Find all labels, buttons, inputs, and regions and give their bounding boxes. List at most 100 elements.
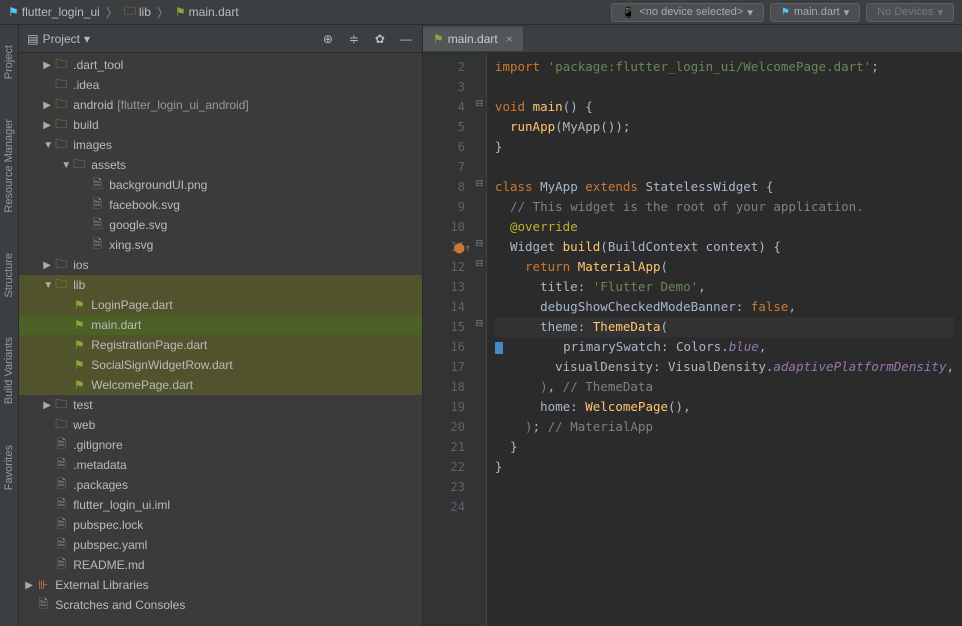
code-line[interactable]: return MaterialApp(	[495, 257, 954, 277]
fold-marker[interactable]	[473, 53, 486, 73]
tree-row[interactable]: 🗎README.md	[19, 555, 422, 575]
code-line[interactable]: @override	[495, 217, 954, 237]
tab-main-dart[interactable]: ⚑ main.dart ×	[423, 27, 523, 51]
fold-marker[interactable]: ⊟	[473, 253, 486, 273]
tree-row[interactable]: ▶🗀build	[19, 115, 422, 135]
code-line[interactable]: }	[495, 457, 954, 477]
expand-arrow[interactable]: ▶	[43, 400, 53, 411]
tree-row[interactable]: ⚑LoginPage.dart	[19, 295, 422, 315]
breadcrumb-folder[interactable]: 🗀 lib	[124, 2, 151, 23]
fold-marker[interactable]	[473, 113, 486, 133]
code-line[interactable]	[495, 497, 954, 517]
code-line[interactable]: title: 'Flutter Demo',	[495, 277, 954, 297]
fold-marker[interactable]	[473, 473, 486, 493]
gear-icon[interactable]: ✿	[372, 31, 388, 47]
fold-marker[interactable]	[473, 293, 486, 313]
fold-marker[interactable]	[473, 333, 486, 353]
tree-row[interactable]: ⚑RegistrationPage.dart	[19, 335, 422, 355]
minimize-icon[interactable]: —	[398, 31, 414, 47]
code-line[interactable]: void main() {	[495, 97, 954, 117]
tool-project[interactable]: Project	[3, 45, 15, 79]
tree-row[interactable]: ▶🗀android[flutter_login_ui_android]	[19, 95, 422, 115]
tool-resource-manager[interactable]: Resource Manager	[3, 119, 15, 213]
tree-row[interactable]: ▼🗀images	[19, 135, 422, 155]
locate-icon[interactable]: ⊕	[320, 31, 336, 47]
breadcrumb-project[interactable]: ⚑ flutter_login_ui	[8, 5, 100, 19]
expand-icon[interactable]: ≑	[346, 31, 362, 47]
code-line[interactable]	[495, 477, 954, 497]
code-line[interactable]: class MyApp extends StatelessWidget {	[495, 177, 954, 197]
code-line[interactable]: // This widget is the root of your appli…	[495, 197, 954, 217]
code-line[interactable]: }	[495, 437, 954, 457]
expand-arrow[interactable]: ▶	[25, 580, 35, 591]
expand-arrow[interactable]: ▶	[43, 120, 53, 131]
code-line[interactable]: }	[495, 137, 954, 157]
tree-row[interactable]: 🗎xing.svg	[19, 235, 422, 255]
expand-arrow[interactable]: ▶	[43, 260, 53, 271]
tree-row[interactable]: 🗎pubspec.lock	[19, 515, 422, 535]
fold-marker[interactable]	[473, 73, 486, 93]
tree-row[interactable]: 🗎google.svg	[19, 215, 422, 235]
code-line[interactable]: home: WelcomePage(),	[495, 397, 954, 417]
expand-arrow[interactable]: ▼	[61, 160, 71, 171]
editor-body[interactable]: 234567891011⬤↑12131415161718192021222324…	[423, 53, 962, 626]
code-line[interactable]	[495, 157, 954, 177]
expand-arrow[interactable]: ▼	[43, 280, 53, 291]
expand-arrow[interactable]: ▶	[43, 60, 53, 71]
tree-row[interactable]: 🗎pubspec.yaml	[19, 535, 422, 555]
targets-selector[interactable]: No Devices ▾	[866, 3, 954, 22]
fold-marker[interactable]	[473, 273, 486, 293]
fold-marker[interactable]	[473, 493, 486, 513]
expand-arrow[interactable]: ▼	[43, 140, 53, 151]
tree-row[interactable]: 🗎Scratches and Consoles	[19, 595, 422, 615]
fold-marker[interactable]	[473, 353, 486, 373]
tree-row[interactable]: ▼🗀assets	[19, 155, 422, 175]
tree-row[interactable]: ▶⊪External Libraries	[19, 575, 422, 595]
code-line[interactable]: import 'package:flutter_login_ui/Welcome…	[495, 57, 954, 77]
fold-marker[interactable]	[473, 373, 486, 393]
code-line[interactable]: theme: ThemeData(	[495, 317, 954, 337]
fold-marker[interactable]	[473, 433, 486, 453]
fold-marker[interactable]	[473, 133, 486, 153]
tree-row[interactable]: ▶🗀ios	[19, 255, 422, 275]
tool-structure[interactable]: Structure	[3, 253, 15, 298]
project-view-selector[interactable]: ▤ Project ▾	[27, 32, 320, 46]
expand-arrow[interactable]: ▶	[43, 100, 53, 111]
tree-row[interactable]: 🗎.gitignore	[19, 435, 422, 455]
project-tree[interactable]: ▶🗀.dart_tool🗀.idea▶🗀android[flutter_logi…	[19, 53, 422, 626]
tree-row[interactable]: ⚑SocialSignWidgetRow.dart	[19, 355, 422, 375]
tool-favorites[interactable]: Favorites	[3, 445, 15, 490]
fold-marker[interactable]: ⊟	[473, 173, 486, 193]
code-line[interactable]	[495, 77, 954, 97]
tool-build-variants[interactable]: Build Variants	[3, 337, 15, 404]
tree-row[interactable]: 🗀web	[19, 415, 422, 435]
fold-marker[interactable]	[473, 413, 486, 433]
fold-marker[interactable]: ⊟	[473, 93, 486, 113]
fold-marker[interactable]	[473, 193, 486, 213]
code-line[interactable]: runApp(MyApp());	[495, 117, 954, 137]
tree-row[interactable]: ▶🗀.dart_tool	[19, 55, 422, 75]
fold-gutter[interactable]: ⊟⊟⊟⊟⊟	[473, 53, 487, 626]
tree-row[interactable]: ⚑WelcomePage.dart	[19, 375, 422, 395]
code-line[interactable]: visualDensity: VisualDensity.adaptivePla…	[495, 357, 954, 377]
fold-marker[interactable]	[473, 393, 486, 413]
tree-row[interactable]: 🗎flutter_login_ui.iml	[19, 495, 422, 515]
close-icon[interactable]: ×	[506, 32, 513, 46]
tree-row[interactable]: ▶🗀test	[19, 395, 422, 415]
fold-marker[interactable]: ⊟	[473, 233, 486, 253]
code-line[interactable]: primarySwatch: Colors.blue,	[495, 337, 954, 357]
tree-row[interactable]: 🗎.packages	[19, 475, 422, 495]
tree-row[interactable]: ▼🗀lib	[19, 275, 422, 295]
tree-row[interactable]: 🗎.metadata	[19, 455, 422, 475]
run-config-selector[interactable]: ⚑ main.dart ▾	[770, 3, 860, 22]
tree-row[interactable]: 🗎backgroundUI.png	[19, 175, 422, 195]
code-content[interactable]: import 'package:flutter_login_ui/Welcome…	[487, 53, 962, 626]
tree-row[interactable]: 🗎facebook.svg	[19, 195, 422, 215]
fold-marker[interactable]: ⊟	[473, 313, 486, 333]
fold-marker[interactable]	[473, 453, 486, 473]
fold-marker[interactable]	[473, 153, 486, 173]
device-selector[interactable]: 📱 <no device selected> ▾	[611, 3, 764, 22]
breadcrumb-file[interactable]: ⚑ main.dart	[175, 5, 239, 19]
code-line[interactable]: debugShowCheckedModeBanner: false,	[495, 297, 954, 317]
fold-marker[interactable]	[473, 213, 486, 233]
